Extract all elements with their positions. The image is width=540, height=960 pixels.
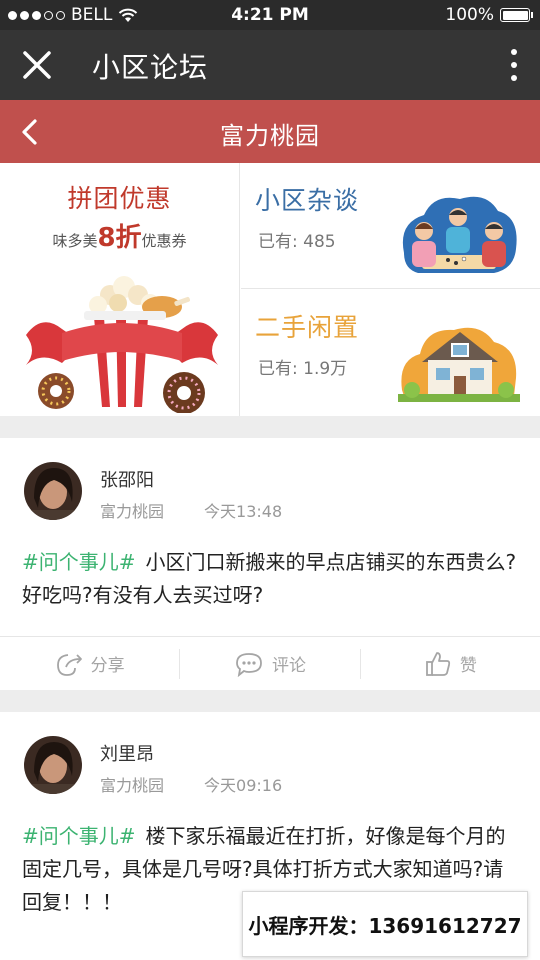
topic-tag[interactable]: #问个事儿# xyxy=(22,824,136,848)
community-name: 富力桃园 xyxy=(220,122,320,150)
group-buy-offer: 味多美8折优惠券 xyxy=(0,217,239,254)
avatar[interactable] xyxy=(24,462,82,520)
chat-category-count: 已有: 485 xyxy=(258,232,336,252)
like-label: 赞 xyxy=(459,656,477,676)
share-label: 分享 xyxy=(90,656,125,676)
topic-tag[interactable]: #问个事儿# xyxy=(22,550,136,574)
post-author[interactable]: 刘里昂 xyxy=(100,740,154,766)
category-banner: 拼团优惠 味多美8折优惠券 小区杂谈 已有: 485 二手闲置 已有: 1.9万 xyxy=(0,163,540,416)
neighbors-chatting-icon xyxy=(402,196,517,273)
chat-category-card[interactable]: 小区杂谈 已有: 485 xyxy=(241,163,540,289)
thumbs-up-icon xyxy=(425,651,450,676)
chat-category-title: 小区杂谈 xyxy=(255,186,360,215)
close-icon[interactable] xyxy=(20,48,54,82)
battery-status: 100% xyxy=(445,5,533,25)
status-bar: BELL 4:21 PM 100% xyxy=(0,0,540,30)
post-community: 富力桃园 xyxy=(100,502,165,521)
like-button[interactable]: 赞 xyxy=(359,648,540,679)
offer-discount: 8折 xyxy=(97,223,142,253)
comment-icon xyxy=(236,652,262,677)
post-community: 富力桃园 xyxy=(100,776,165,795)
post-card[interactable]: 张邵阳 富力桃园 今天13:48 #问个事儿# 小区门口新搬来的早点店铺买的东西贵… xyxy=(0,438,540,690)
comment-button[interactable]: 评论 xyxy=(179,648,359,679)
offer-coupon: 优惠券 xyxy=(141,232,187,250)
community-header: 富力桃园 xyxy=(0,100,540,163)
post-content[interactable]: #问个事儿# 小区门口新搬来的早点店铺买的东西贵么?好吃吗?有没有人去买过呀? xyxy=(22,546,522,612)
post-time: 今天13:48 xyxy=(204,502,283,521)
promo-contact-banner: 小程序开发：13691612727 xyxy=(242,891,528,957)
app-bar: 小区论坛 xyxy=(0,30,540,100)
comment-label: 评论 xyxy=(271,656,306,676)
battery-icon xyxy=(500,8,533,22)
house-icon xyxy=(398,327,520,402)
share-button[interactable]: 分享 xyxy=(0,649,179,679)
popcorn-icon xyxy=(26,276,218,413)
secondhand-category-count: 已有: 1.9万 xyxy=(258,359,348,379)
post-actions: 分享 评论 赞 xyxy=(0,636,540,690)
battery-percent: 100% xyxy=(445,5,494,25)
avatar[interactable] xyxy=(24,736,82,794)
secondhand-category-title: 二手闲置 xyxy=(255,313,360,342)
app-title: 小区论坛 xyxy=(92,51,209,84)
more-menu-icon[interactable] xyxy=(504,46,524,84)
post-time: 今天09:16 xyxy=(204,776,283,795)
group-buy-title: 拼团优惠 xyxy=(67,184,172,213)
post-author[interactable]: 张邵阳 xyxy=(100,466,154,492)
group-buy-card[interactable]: 拼团优惠 味多美8折优惠券 xyxy=(0,163,240,416)
secondhand-category-card[interactable]: 二手闲置 已有: 1.9万 xyxy=(241,290,540,416)
post-meta: 富力桃园 今天09:16 xyxy=(100,772,282,796)
share-icon xyxy=(56,653,82,676)
offer-brand: 味多美 xyxy=(52,232,98,250)
post-meta: 富力桃园 今天13:48 xyxy=(100,498,282,522)
